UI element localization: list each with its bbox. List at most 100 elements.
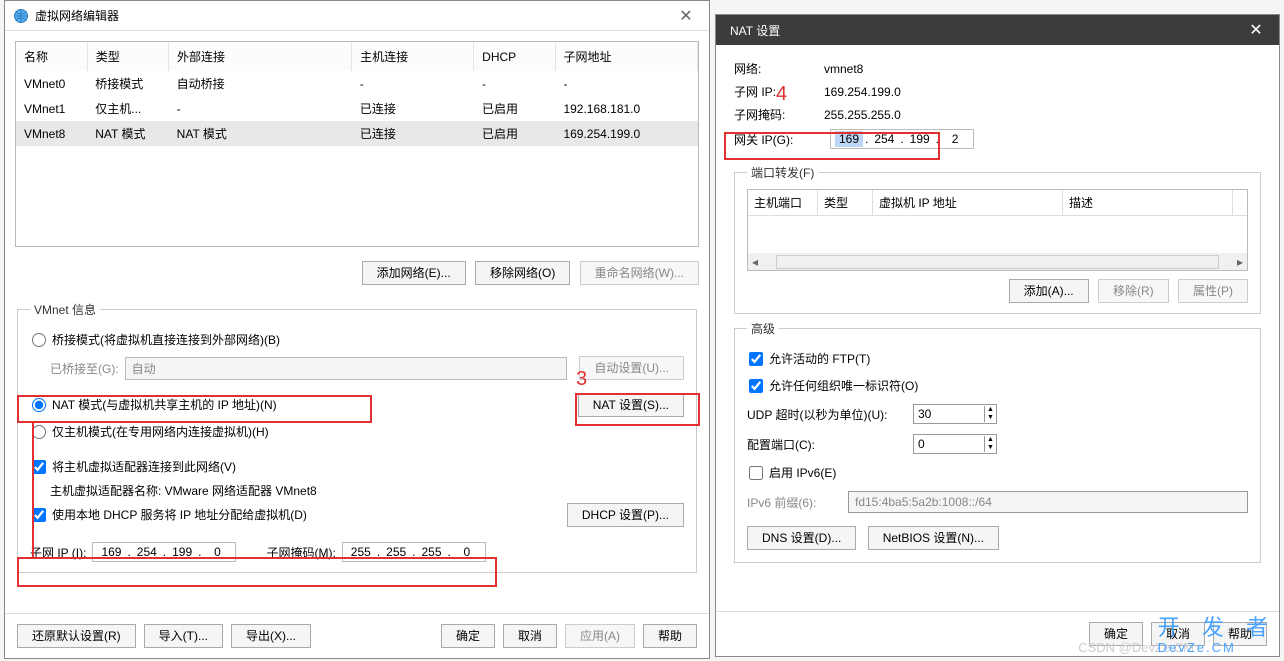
devze-logo: 开 发 者 DevZe.CM	[1158, 610, 1276, 655]
table-row[interactable]: VMnet8NAT 模式NAT 模式已连接已启用169.254.199.0	[16, 121, 698, 146]
bridged-to-row: 已桥接至(G): 自动 自动设置(U)...	[50, 353, 684, 383]
advanced-group: 高级 允许活动的 FTP(T) 允许任何组织唯一标识符(O) UDP 超时(以秒…	[734, 320, 1261, 563]
nat-info: 网络:vmnet8 子网 IP:169.254.199.0 子网掩码:255.2…	[716, 45, 1279, 158]
check-active-ftp[interactable]: 允许活动的 FTP(T)	[747, 345, 1248, 372]
network-table: 名称类型外部连接主机连接DHCP子网地址 VMnet0桥接模式自动桥接---VM…	[15, 41, 699, 247]
annotation-num-3: 3	[576, 368, 587, 391]
table-header[interactable]: DHCP	[474, 42, 555, 71]
port-forward-group: 端口转发(F) 主机端口类型虚拟机 IP 地址描述 ◂ ▸ 添加(A)... 移…	[734, 164, 1261, 314]
ok-button[interactable]: 确定	[441, 624, 495, 648]
radio-hostonly[interactable]: 仅主机模式(在专用网络内连接虚拟机)(H)	[30, 418, 684, 445]
spin-down-icon[interactable]: ▼	[985, 414, 996, 422]
table-header[interactable]: 类型	[87, 42, 168, 71]
radio-nat-label: NAT 模式(与虚拟机共享主机的 IP 地址)(N)	[52, 396, 277, 413]
advanced-legend: 高级	[747, 320, 779, 337]
right-title: NAT 设置	[724, 22, 1241, 39]
subnet-ip-label: 子网 IP (I):	[30, 544, 86, 561]
cfg-port-label: 配置端口(C):	[747, 436, 907, 453]
globe-icon	[13, 8, 29, 24]
table-header[interactable]: 主机连接	[352, 42, 474, 71]
scroll-left-icon[interactable]: ◂	[748, 255, 762, 269]
annotation-num-4: 4	[776, 83, 787, 106]
pf-props-button: 属性(P)	[1178, 279, 1248, 303]
ipv6-prefix-label: IPv6 前缀(6):	[747, 494, 842, 511]
pf-add-button[interactable]: 添加(A)...	[1009, 279, 1089, 303]
table-header[interactable]: 名称	[16, 42, 87, 71]
close-icon[interactable]: ✕	[671, 6, 701, 26]
check-connect-host[interactable]: 将主机虚拟适配器连接到此网络(V)	[30, 453, 684, 480]
network-value: vmnet8	[824, 62, 863, 76]
spin-down-icon[interactable]: ▼	[985, 444, 996, 452]
port-forward-body[interactable]: ◂ ▸	[748, 215, 1247, 270]
import-button[interactable]: 导入(T)...	[144, 624, 223, 648]
radio-nat-input[interactable]	[32, 398, 46, 412]
table-buttons: 添加网络(E)... 移除网络(O) 重命名网络(W)...	[5, 257, 709, 295]
netbios-settings-button[interactable]: NetBIOS 设置(N)...	[868, 526, 999, 550]
pf-header[interactable]: 主机端口	[748, 190, 818, 215]
check-use-dhcp[interactable]: 使用本地 DHCP 服务将 IP 地址分配给虚拟机(D)	[30, 501, 309, 528]
virtual-network-editor-dialog: 虚拟网络编辑器 ✕ 名称类型外部连接主机连接DHCP子网地址 VMnet0桥接模…	[4, 0, 710, 659]
remove-network-button[interactable]: 移除网络(O)	[475, 261, 570, 285]
check-connect-host-label: 将主机虚拟适配器连接到此网络(V)	[52, 458, 236, 475]
check-any-oui[interactable]: 允许任何组织唯一标识符(O)	[747, 372, 1248, 399]
export-button[interactable]: 导出(X)...	[231, 624, 311, 648]
table-header[interactable]: 外部连接	[169, 42, 352, 71]
auto-settings-button: 自动设置(U)...	[579, 356, 684, 380]
radio-bridge-label: 桥接模式(将虚拟机直接连接到外部网络)(B)	[52, 331, 280, 348]
table-row[interactable]: VMnet0桥接模式自动桥接---	[16, 71, 698, 96]
cfg-port-input[interactable]: ▲▼	[913, 434, 997, 454]
table-row[interactable]: VMnet1仅主机...-已连接已启用192.168.181.0	[16, 96, 698, 121]
udp-timeout-label: UDP 超时(以秒为单位)(U):	[747, 406, 907, 423]
subnet-mask-label-r: 子网掩码:	[734, 106, 824, 123]
subnet-mask-value: 255.255.255.0	[824, 108, 901, 122]
left-title: 虚拟网络编辑器	[35, 7, 671, 24]
port-forward-table: 主机端口类型虚拟机 IP 地址描述 ◂ ▸	[747, 189, 1248, 271]
radio-bridge-input[interactable]	[32, 333, 46, 347]
bridged-to-label: 已桥接至(G):	[50, 360, 119, 377]
vmnet-info-group: VMnet 信息 桥接模式(将虚拟机直接连接到外部网络)(B) 已桥接至(G):…	[17, 301, 697, 573]
radio-nat[interactable]: NAT 模式(与虚拟机共享主机的 IP 地址)(N)	[30, 391, 279, 418]
udp-timeout-input[interactable]: ▲▼	[913, 404, 997, 424]
subnet-ip-input[interactable]: . . .	[92, 542, 236, 562]
check-enable-ipv6[interactable]: 启用 IPv6(E)	[747, 459, 1248, 486]
spin-up-icon[interactable]: ▲	[985, 436, 996, 444]
check-connect-host-input[interactable]	[32, 460, 46, 474]
subnet-row: 子网 IP (I): . . . 子网掩码(M): . . .	[30, 542, 684, 562]
pf-header[interactable]: 类型	[818, 190, 873, 215]
gateway-label: 网关 IP(G):	[734, 131, 824, 148]
nat-settings-button[interactable]: NAT 设置(S)...	[578, 393, 684, 417]
dhcp-settings-button[interactable]: DHCP 设置(P)...	[567, 503, 684, 527]
pf-header[interactable]: 虚拟机 IP 地址	[873, 190, 1063, 215]
subnet-ip-value: 169.254.199.0	[824, 85, 901, 99]
horizontal-scrollbar[interactable]: ◂ ▸	[748, 253, 1247, 270]
bridged-to-combo: 自动	[125, 357, 568, 380]
right-titlebar: NAT 设置 ✕	[716, 15, 1279, 45]
pf-header[interactable]: 描述	[1063, 190, 1233, 215]
dns-settings-button[interactable]: DNS 设置(D)...	[747, 526, 856, 550]
rename-network-button: 重命名网络(W)...	[580, 261, 699, 285]
host-adapter-name: 主机虚拟适配器名称: VMware 网络适配器 VMnet8	[50, 480, 684, 501]
annotation-connector-v	[32, 423, 34, 557]
spin-up-icon[interactable]: ▲	[985, 406, 996, 414]
close-icon[interactable]: ✕	[1241, 20, 1271, 40]
table-header[interactable]: 子网地址	[555, 42, 697, 71]
restore-defaults-button[interactable]: 还原默认设置(R)	[17, 624, 136, 648]
check-use-dhcp-label: 使用本地 DHCP 服务将 IP 地址分配给虚拟机(D)	[52, 506, 307, 523]
radio-bridge[interactable]: 桥接模式(将虚拟机直接连接到外部网络)(B)	[30, 326, 684, 353]
scroll-right-icon[interactable]: ▸	[1233, 255, 1247, 269]
apply-button: 应用(A)	[565, 624, 635, 648]
left-footer: 还原默认设置(R) 导入(T)... 导出(X)... 确定 取消 应用(A) …	[5, 613, 709, 658]
check-use-dhcp-input[interactable]	[32, 508, 46, 522]
vmnet-info-legend: VMnet 信息	[30, 301, 100, 318]
gateway-ip-input[interactable]: . . .	[830, 129, 974, 149]
cancel-button[interactable]: 取消	[503, 624, 557, 648]
port-forward-legend: 端口转发(F)	[747, 164, 818, 181]
left-titlebar: 虚拟网络编辑器 ✕	[5, 1, 709, 31]
radio-hostonly-input[interactable]	[32, 425, 46, 439]
radio-hostonly-label: 仅主机模式(在专用网络内连接虚拟机)(H)	[52, 423, 269, 440]
subnet-mask-input[interactable]: . . .	[342, 542, 486, 562]
add-network-button[interactable]: 添加网络(E)...	[362, 261, 466, 285]
subnet-mask-label: 子网掩码(M):	[266, 544, 335, 561]
ipv6-prefix-input	[848, 491, 1248, 513]
help-button[interactable]: 帮助	[643, 624, 697, 648]
